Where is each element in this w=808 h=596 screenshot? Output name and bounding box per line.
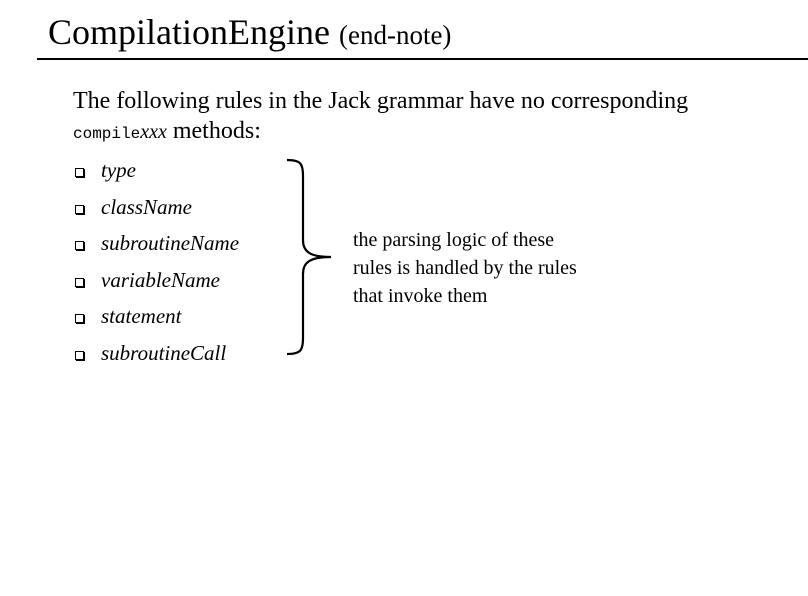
square-bullet-icon: [75, 277, 84, 287]
title-subtitle: (end-note): [338, 20, 452, 50]
note-line: the parsing logic of these: [353, 229, 555, 251]
right-curly-brace-icon: [286, 158, 332, 356]
note-text: the parsing logic of these rules is hand…: [353, 226, 653, 310]
square-bullet-icon: [75, 350, 84, 360]
list-item-label: subroutineName: [101, 231, 240, 255]
square-bullet-icon: [75, 204, 84, 214]
list-item-label: variableName: [101, 267, 220, 292]
list-item-label: type: [101, 158, 136, 182]
list-item: type: [74, 155, 239, 192]
square-bullet-icon: [75, 168, 84, 177]
note-line: rules is handled by the rules: [353, 257, 577, 279]
intro-code-italic: xxx: [140, 121, 167, 143]
title-underline: [37, 58, 808, 60]
square-bullet-icon: [75, 241, 84, 250]
list-item-label: statement: [101, 304, 182, 328]
list-item: className: [74, 192, 239, 229]
intro-text-line1: The following rules in the Jack grammar …: [73, 88, 689, 114]
list-item: variableName: [74, 265, 239, 302]
rule-list: type className subroutineName variableNa…: [74, 155, 239, 374]
square-bullet-icon: [75, 314, 84, 323]
list-item-label: className: [101, 194, 192, 219]
intro-code: compile: [73, 125, 141, 143]
title-main: CompilationEngine: [48, 12, 330, 52]
slide: CompilationEngine (end-note) The followi…: [0, 0, 808, 596]
list-item-label: subroutineCall: [101, 340, 227, 365]
list-item: subroutineCall: [74, 338, 239, 375]
intro-text-line2: methods:: [166, 118, 261, 144]
list-item: statement: [74, 301, 239, 338]
list-item: subroutineName: [74, 228, 239, 265]
note-line: that invoke them: [353, 285, 488, 307]
intro-paragraph: The following rules in the Jack grammar …: [73, 86, 773, 149]
slide-title: CompilationEngine (end-note): [48, 10, 451, 57]
